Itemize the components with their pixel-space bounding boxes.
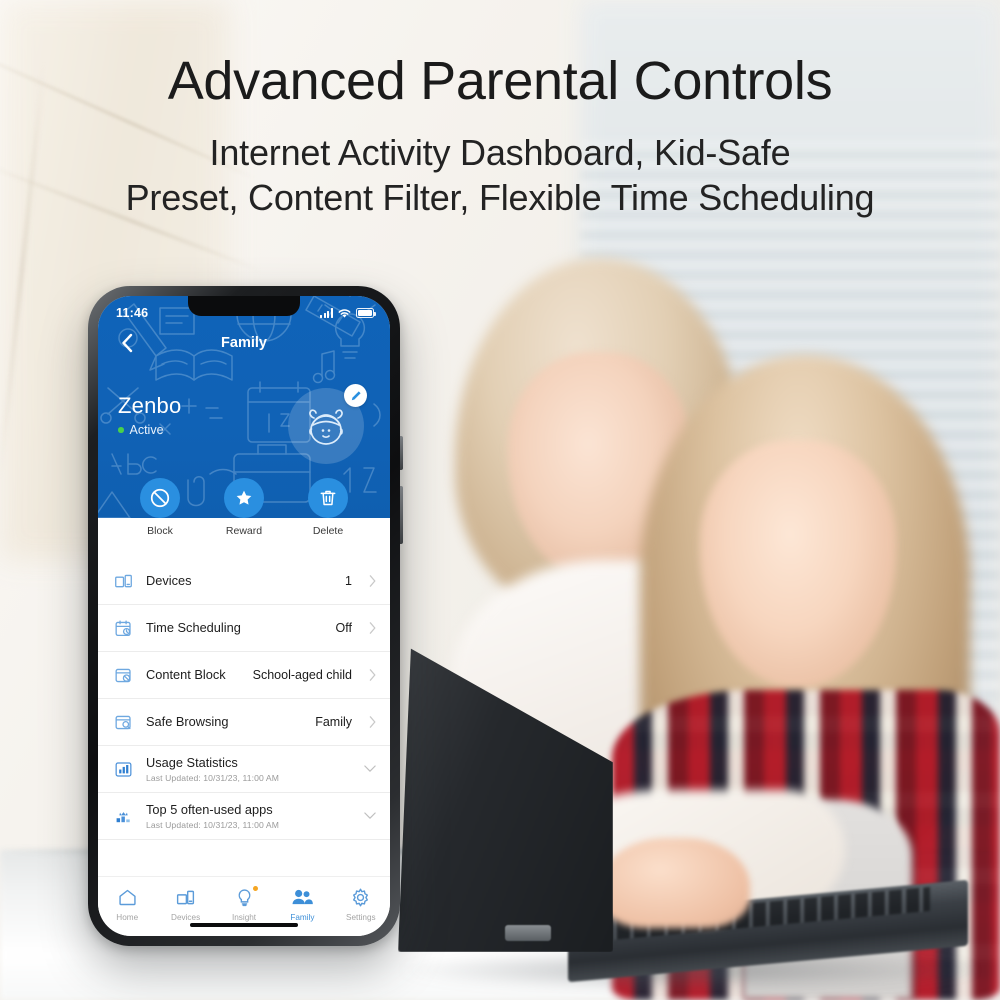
- trash-icon: [320, 490, 336, 506]
- phone-mockup: 11:46 Family Zenbo Active Block Reward D…: [88, 286, 403, 946]
- profile-status-label: Active: [129, 423, 164, 438]
- phone-screen: 11:46 Family Zenbo Active Block Reward D…: [98, 296, 390, 936]
- row-label: Safe Browsing: [146, 714, 229, 730]
- girl-hand: [600, 838, 750, 928]
- tab-label: Settings: [346, 913, 376, 922]
- row-text: Safe Browsing: [146, 714, 303, 729]
- tab-label: Insight: [231, 913, 257, 922]
- row-value: Family: [315, 715, 352, 729]
- block-icon: [150, 488, 170, 508]
- chevron-right-icon: [364, 669, 376, 681]
- tab-insight[interactable]: Insight: [215, 885, 273, 922]
- block-button[interactable]: [140, 478, 180, 518]
- tab-label: Home: [116, 913, 139, 922]
- list-item-content-block[interactable]: Content Block School-aged child: [98, 652, 390, 699]
- devices-icon: [112, 570, 134, 592]
- row-text: Top 5 often-used apps Last Updated: 10/3…: [146, 802, 352, 829]
- bottom-tab-bar: Home Devices Insight Family Settings: [98, 876, 390, 936]
- wifi-icon: [338, 308, 351, 318]
- row-label: Time Scheduling: [146, 620, 241, 636]
- tab-label: Family: [290, 913, 315, 922]
- row-sublabel: Last Updated: 10/31/23, 11:00 AM: [146, 772, 279, 783]
- signal-icon: [320, 308, 333, 318]
- block-label: Block: [147, 525, 173, 537]
- bar-chart-icon: [112, 758, 134, 780]
- laptop-hinge: [505, 925, 551, 941]
- devices-icon: [156, 885, 214, 909]
- status-time: 11:46: [116, 306, 149, 320]
- block-action[interactable]: Block: [132, 478, 188, 537]
- chevron-right-icon: [364, 575, 376, 587]
- promo-headline: Advanced Parental Controls Internet Acti…: [0, 52, 1000, 220]
- insight-badge: [253, 886, 259, 891]
- row-value: Off: [335, 621, 352, 635]
- calendar-clock-icon: [112, 617, 134, 639]
- tab-devices[interactable]: Devices: [156, 885, 214, 922]
- row-value: 1: [345, 574, 352, 588]
- back-button[interactable]: [114, 330, 140, 356]
- row-text: Content Block: [146, 667, 241, 682]
- row-label: Usage Statistics: [146, 755, 238, 771]
- list-item-safe-browsing[interactable]: Safe Browsing Family: [98, 699, 390, 746]
- page-subtitle: Internet Activity Dashboard, Kid-Safe Pre…: [125, 132, 875, 219]
- list-item-top-apps[interactable]: Top 5 often-used apps Last Updated: 10/3…: [98, 793, 390, 840]
- gear-icon: [332, 885, 390, 909]
- row-text: Devices: [146, 573, 333, 588]
- row-value: School-aged child: [252, 668, 352, 682]
- tab-home[interactable]: Home: [98, 885, 156, 922]
- app-navbar: Family: [98, 326, 390, 360]
- status-dot-icon: [118, 427, 124, 433]
- row-sublabel: Last Updated: 10/31/23, 11:00 AM: [146, 819, 279, 830]
- list-item-usage-statistics[interactable]: Usage Statistics Last Updated: 10/31/23,…: [98, 746, 390, 793]
- safe-browsing-icon: [112, 711, 134, 733]
- row-text: Time Scheduling: [146, 620, 324, 635]
- tab-settings[interactable]: Settings: [332, 885, 390, 922]
- star-icon: [236, 490, 252, 505]
- chevron-down-icon[interactable]: [364, 765, 376, 773]
- chevron-right-icon: [364, 716, 376, 728]
- content-block-icon: [112, 664, 134, 686]
- podium-icon: [112, 805, 134, 827]
- tab-label: Devices: [171, 913, 201, 922]
- delete-button[interactable]: [308, 478, 348, 518]
- battery-icon: [356, 308, 376, 318]
- chevron-down-icon[interactable]: [364, 812, 376, 820]
- tab-family[interactable]: Family: [273, 885, 331, 922]
- family-icon: [273, 885, 331, 909]
- edit-avatar-button[interactable]: [344, 384, 367, 407]
- profile-actions: Block Reward Delete: [98, 478, 390, 537]
- reward-action[interactable]: Reward: [216, 478, 272, 537]
- row-label: Top 5 often-used apps: [146, 802, 273, 818]
- delete-label: Delete: [312, 525, 344, 537]
- reward-button[interactable]: [224, 478, 264, 518]
- phone-notch: [188, 296, 300, 316]
- page-title: Advanced Parental Controls: [167, 51, 833, 111]
- list-item-time-scheduling[interactable]: Time Scheduling Off: [98, 605, 390, 652]
- row-label: Content Block: [146, 667, 226, 683]
- profile-hero: 11:46 Family Zenbo Active Block Reward D…: [98, 296, 390, 537]
- home-icon: [98, 885, 156, 909]
- status-indicators: [320, 308, 376, 319]
- navbar-title: Family: [221, 335, 267, 351]
- settings-list: Devices 1 Time Scheduling Off Content Bl…: [98, 518, 390, 876]
- reward-label: Reward: [225, 525, 263, 537]
- kid-avatar-icon: [309, 409, 343, 445]
- delete-action[interactable]: Delete: [300, 478, 356, 537]
- pencil-icon: [351, 390, 361, 400]
- avatar[interactable]: [288, 384, 367, 464]
- row-text: Usage Statistics Last Updated: 10/31/23,…: [146, 755, 352, 782]
- bulb-icon: [215, 885, 273, 909]
- row-label: Devices: [146, 573, 192, 589]
- list-item-devices[interactable]: Devices 1: [98, 558, 390, 605]
- home-indicator[interactable]: [190, 922, 298, 927]
- chevron-left-icon: [122, 333, 133, 353]
- chevron-right-icon: [364, 622, 376, 634]
